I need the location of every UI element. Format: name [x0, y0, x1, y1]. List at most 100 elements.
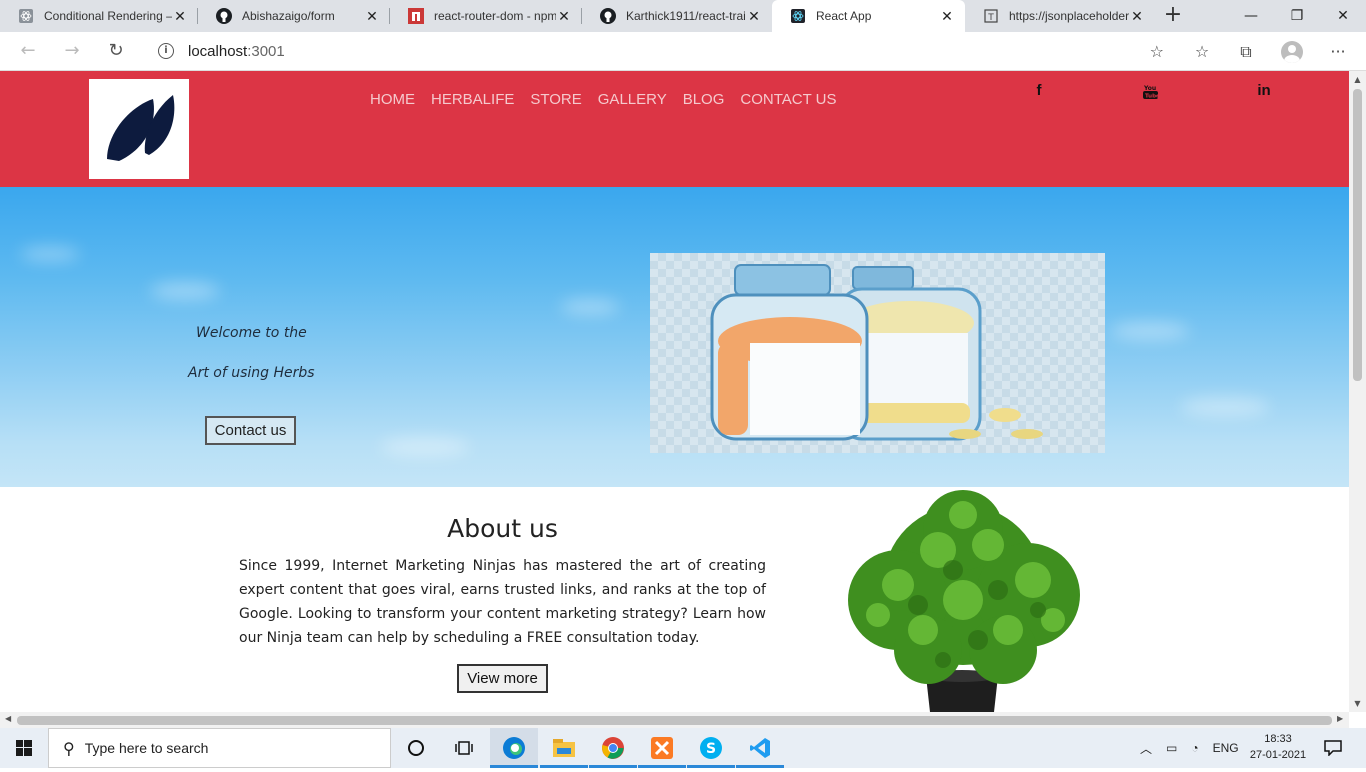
clock-date: 27-01-2021 [1249, 749, 1307, 761]
xampp-icon[interactable] [638, 728, 686, 768]
facebook-icon[interactable]: f [1028, 82, 1050, 99]
info-icon[interactable]: i [158, 43, 174, 59]
taskbar-search-box[interactable]: ⚲ Type here to search [48, 728, 391, 768]
tab-karthick-react-training[interactable]: Karthick1911/react-trai ✕ [582, 0, 772, 32]
tab-title: Abishazaigo/form [242, 9, 335, 23]
tab-title: Conditional Rendering – [44, 9, 172, 23]
close-icon[interactable]: ✕ [556, 8, 572, 25]
banner-decoration [150, 282, 220, 300]
main-nav: HOME HERBALIFE STORE GALLERY BLOG CONTAC… [370, 91, 837, 108]
nav-store[interactable]: STORE [530, 91, 581, 108]
scroll-up-icon[interactable]: ▲ [1349, 75, 1366, 84]
svg-text:T: T [987, 13, 994, 23]
system-tray: ︿ ▭ ◔ ENG [1140, 728, 1239, 768]
tab-title: https://jsonplaceholder. [1009, 9, 1129, 23]
cortana-icon[interactable] [392, 728, 440, 768]
scroll-left-icon[interactable]: ◀ [5, 714, 11, 723]
close-icon[interactable]: ✕ [172, 8, 188, 25]
windows-logo-icon [16, 740, 32, 756]
tab-conditional-rendering[interactable]: Conditional Rendering – ✕ [0, 0, 198, 32]
forward-button[interactable]: → [60, 40, 84, 62]
horizontal-scroll-thumb[interactable] [17, 716, 1332, 725]
close-icon[interactable]: ✕ [746, 8, 762, 25]
banner-decoration [1180, 397, 1270, 417]
chrome-icon[interactable] [589, 728, 637, 768]
tab-jsonplaceholder[interactable]: T https://jsonplaceholder. ✕ [965, 0, 1155, 32]
favorites-icon[interactable]: ☆ [1191, 41, 1213, 63]
svg-text:You: You [1143, 85, 1156, 92]
horizontal-scrollbar[interactable]: ◀ ▶ [0, 712, 1349, 728]
npm-icon [408, 8, 424, 24]
collections-icon[interactable]: ⧉ [1235, 41, 1257, 63]
new-tab-button[interactable]: + [1160, 4, 1186, 28]
banner-decoration [380, 437, 470, 457]
nav-herbalife[interactable]: HERBALIFE [431, 91, 514, 108]
vertical-scroll-thumb[interactable] [1353, 89, 1362, 381]
browser-tab-strip: Conditional Rendering – ✕ Abishazaigo/fo… [0, 0, 1366, 32]
vertical-scrollbar[interactable]: ▲ ▼ [1349, 71, 1366, 712]
close-window-button[interactable]: ✕ [1320, 0, 1366, 32]
skype-icon[interactable]: S [687, 728, 735, 768]
about-section: About us Since 1999, Internet Marketing … [0, 487, 1349, 712]
tab-title: Karthick1911/react-trai [626, 9, 746, 23]
start-button[interactable] [0, 728, 48, 768]
nav-home[interactable]: HOME [370, 91, 415, 108]
page-icon: T [983, 8, 999, 24]
task-view-icon[interactable] [440, 728, 488, 768]
chevron-up-icon[interactable]: ︿ [1140, 740, 1152, 757]
more-options-icon[interactable]: ··· [1327, 41, 1349, 63]
language-indicator[interactable]: ENG [1213, 741, 1239, 755]
tab-react-app[interactable]: React App ✕ [772, 0, 965, 32]
medicine-jars-image [650, 253, 1105, 453]
leaf-logo-icon [107, 95, 175, 161]
tab-title: React App [816, 9, 872, 23]
svg-text:S: S [706, 741, 716, 757]
profile-avatar[interactable] [1281, 41, 1303, 63]
battery-icon[interactable]: ▭ [1166, 741, 1177, 755]
hero-welcome-text: Welcome to the [196, 325, 307, 341]
windows-taskbar: ⚲ Type here to search S ︿ ▭ ◔ ENG 18:33 … [0, 728, 1366, 768]
react-icon [18, 8, 34, 24]
close-icon[interactable]: ✕ [1129, 8, 1145, 25]
banner-decoration [560, 299, 620, 315]
about-description: Since 1999, Internet Marketing Ninjas ha… [239, 558, 766, 646]
minimize-button[interactable]: — [1228, 0, 1274, 32]
tab-title: react-router-dom - npm [434, 9, 556, 23]
scroll-right-icon[interactable]: ▶ [1337, 714, 1343, 723]
banner-decoration [1110, 322, 1190, 340]
nav-blog[interactable]: BLOG [683, 91, 725, 108]
pill-jars-illustration [710, 264, 1043, 441]
nav-gallery[interactable]: GALLERY [598, 91, 667, 108]
close-icon[interactable]: ✕ [364, 8, 380, 25]
linkedin-icon[interactable]: in [1253, 82, 1275, 99]
vscode-icon[interactable] [736, 728, 784, 768]
clock[interactable]: 18:33 27-01-2021 [1248, 731, 1308, 763]
nav-contact-us[interactable]: CONTACT US [740, 91, 836, 108]
svg-text:Tube: Tube [1145, 94, 1158, 100]
edge-browser-icon[interactable] [490, 728, 538, 768]
close-icon[interactable]: ✕ [939, 8, 955, 25]
github-icon [216, 8, 232, 24]
search-placeholder: Type here to search [84, 740, 209, 756]
notifications-icon[interactable] [1310, 728, 1356, 768]
add-favorite-icon[interactable]: ☆ [1150, 42, 1164, 61]
url-text[interactable]: localhost:3001 [188, 43, 285, 60]
view-more-button[interactable]: View more [457, 664, 548, 693]
restore-button[interactable]: ❐ [1274, 0, 1320, 32]
scroll-down-icon[interactable]: ▼ [1349, 699, 1366, 708]
refresh-button[interactable]: ↻ [104, 40, 128, 62]
hero-banner: Welcome to the Art of using Herbs Contac… [0, 187, 1349, 487]
tab-react-router-dom[interactable]: react-router-dom - npm ✕ [390, 0, 582, 32]
clock-time: 18:33 [1264, 733, 1292, 745]
wifi-icon[interactable]: ◔ [1191, 741, 1198, 755]
hero-tagline: Art of using Herbs [188, 365, 315, 381]
youtube-icon[interactable]: You Tube [1143, 84, 1160, 100]
back-button[interactable]: ← [16, 40, 40, 62]
site-logo[interactable] [89, 79, 189, 179]
address-bar[interactable]: i localhost:3001 ☆ [146, 36, 1176, 66]
site-header: HOME HERBALIFE STORE GALLERY BLOG CONTAC… [0, 71, 1349, 187]
tab-abishazaigo-form[interactable]: Abishazaigo/form ✕ [198, 0, 390, 32]
contact-us-button[interactable]: Contact us [205, 416, 296, 445]
file-explorer-icon[interactable] [540, 728, 588, 768]
react-icon [790, 8, 806, 24]
